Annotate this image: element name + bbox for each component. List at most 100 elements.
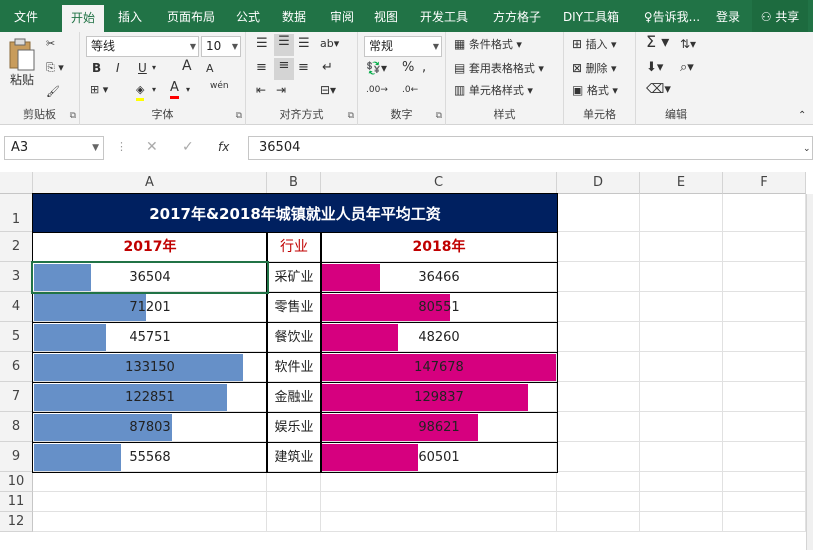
cell[interactable] [267, 512, 321, 532]
cell[interactable] [321, 472, 557, 492]
decrease-indent-icon[interactable]: ⇤ [256, 82, 266, 98]
font-name-select[interactable]: 等线 ▼ [86, 36, 199, 57]
table-title[interactable]: 2017年&2018年城镇就业人员年平均工资 [32, 193, 558, 233]
middle-align-icon[interactable]: ☰ [274, 34, 294, 56]
cell[interactable] [640, 472, 723, 492]
row-header-10[interactable]: 10 [0, 472, 33, 492]
row-header-5[interactable]: 5 [0, 322, 33, 352]
align-left-icon[interactable]: ≡ [256, 60, 267, 76]
conditional-format-button[interactable]: ▦ 条件格式 ▾ [454, 36, 522, 53]
cell[interactable] [723, 472, 806, 492]
cell[interactable] [723, 412, 806, 442]
grow-font-button[interactable]: A [182, 58, 192, 74]
format-cells-button[interactable]: ▣ 格式 ▾ [572, 82, 618, 99]
alignment-launcher-icon[interactable]: ⧉ [348, 111, 354, 121]
shrink-font-button[interactable]: A [206, 61, 214, 77]
cell-2017[interactable]: 55568 [32, 442, 268, 473]
increase-decimal-icon[interactable]: .00→ [366, 82, 388, 98]
font-size-select[interactable]: 10 ▼ [201, 36, 241, 57]
align-right-icon[interactable]: ≡ [298, 60, 309, 76]
cell-2018[interactable]: 147678 [320, 352, 558, 383]
table-header-2[interactable]: 2018年 [320, 232, 558, 263]
cell[interactable] [557, 412, 640, 442]
menu-tab-7[interactable]: 视图 [366, 0, 406, 32]
menu-tab-9[interactable]: 方方格子 [482, 0, 552, 32]
menu-tab-5[interactable]: 数据 [274, 0, 314, 32]
menu-tab-3[interactable]: 页面布局 [158, 0, 224, 32]
cell[interactable] [321, 512, 557, 532]
cell[interactable] [640, 232, 723, 262]
row-header-11[interactable]: 11 [0, 492, 33, 512]
cell[interactable] [640, 322, 723, 352]
row-header-1[interactable]: 1 [0, 194, 33, 232]
dialog-launcher-icon[interactable]: ⧉ [70, 111, 76, 121]
underline-dropdown-icon[interactable]: ▾ [152, 60, 156, 76]
insert-function-button[interactable]: fx [218, 139, 229, 155]
merge-center-icon[interactable]: ⊟▾ [320, 82, 336, 98]
cell-industry[interactable]: 采矿业 [266, 262, 322, 293]
cell[interactable] [640, 194, 723, 232]
italic-button[interactable]: I [116, 60, 120, 76]
bold-button[interactable]: B [92, 60, 101, 76]
border-icon[interactable]: ⊞ ▾ [90, 82, 108, 98]
orientation-icon[interactable]: ab▾ [320, 36, 339, 52]
cell-2018[interactable]: 36466 [320, 262, 558, 293]
font-launcher-icon[interactable]: ⧉ [236, 111, 242, 121]
accounting-icon[interactable]: 💱▾ [366, 60, 387, 76]
cut-icon[interactable]: ✂ [46, 36, 55, 52]
cell[interactable] [723, 442, 806, 472]
align-center-icon[interactable]: ≡ [274, 58, 294, 80]
insert-cells-button[interactable]: ⊞ 插入 ▾ [572, 36, 617, 53]
cell[interactable] [33, 492, 267, 512]
collapse-ribbon-icon[interactable]: ⌃ [798, 108, 806, 124]
find-select-icon[interactable]: ⌕▾ [680, 60, 694, 76]
number-launcher-icon[interactable]: ⧉ [436, 111, 442, 121]
splitter-icon[interactable]: ⋮ [116, 139, 127, 155]
underline-button[interactable]: U [138, 60, 147, 76]
cell[interactable] [723, 262, 806, 292]
cell[interactable] [267, 472, 321, 492]
cell[interactable] [723, 382, 806, 412]
font-color-dropdown-icon[interactable]: ▾ [186, 82, 190, 98]
cell[interactable] [723, 232, 806, 262]
row-header-4[interactable]: 4 [0, 292, 33, 322]
cell-2018[interactable]: 60501 [320, 442, 558, 473]
cell[interactable] [640, 382, 723, 412]
cell[interactable] [723, 292, 806, 322]
cell-2017[interactable]: 71201 [32, 292, 268, 323]
cell[interactable] [557, 352, 640, 382]
cell-2017[interactable]: 45751 [32, 322, 268, 353]
top-align-icon[interactable]: ☰ [256, 36, 268, 52]
cell-2018[interactable]: 129837 [320, 382, 558, 413]
paste-button[interactable]: 粘贴 [10, 72, 34, 88]
table-header-0[interactable]: 2017年 [32, 232, 268, 263]
percent-icon[interactable]: % [402, 60, 414, 76]
share-button[interactable]: ⚇ 共享 [752, 0, 808, 32]
login-link[interactable]: 登录 [710, 0, 746, 32]
cell[interactable] [640, 442, 723, 472]
cell-2018[interactable]: 80551 [320, 292, 558, 323]
formula-input[interactable]: 36504 [248, 136, 813, 160]
cell[interactable] [723, 194, 806, 232]
delete-cells-button[interactable]: ⊠ 删除 ▾ [572, 60, 617, 77]
cell[interactable] [640, 412, 723, 442]
cell[interactable] [723, 352, 806, 382]
cell[interactable] [557, 472, 640, 492]
fill-icon[interactable]: ⬇▾ [646, 60, 663, 76]
menu-tab-6[interactable]: 审阅 [322, 0, 362, 32]
row-header-8[interactable]: 8 [0, 412, 33, 442]
cell-industry[interactable]: 餐饮业 [266, 322, 322, 353]
cell[interactable] [557, 322, 640, 352]
select-all-corner[interactable] [0, 172, 33, 194]
column-header-E[interactable]: E [640, 172, 723, 194]
cell[interactable] [267, 492, 321, 512]
column-header-A[interactable]: A [33, 172, 267, 194]
column-header-B[interactable]: B [267, 172, 321, 194]
cell[interactable] [321, 492, 557, 512]
menu-tab-8[interactable]: 开发工具 [412, 0, 476, 32]
name-box[interactable]: A3 ▼ [4, 136, 104, 160]
cell-2018[interactable]: 98621 [320, 412, 558, 443]
cell[interactable] [557, 442, 640, 472]
cancel-icon[interactable]: ✕ [146, 139, 158, 155]
font-color-icon[interactable]: A [170, 80, 179, 99]
